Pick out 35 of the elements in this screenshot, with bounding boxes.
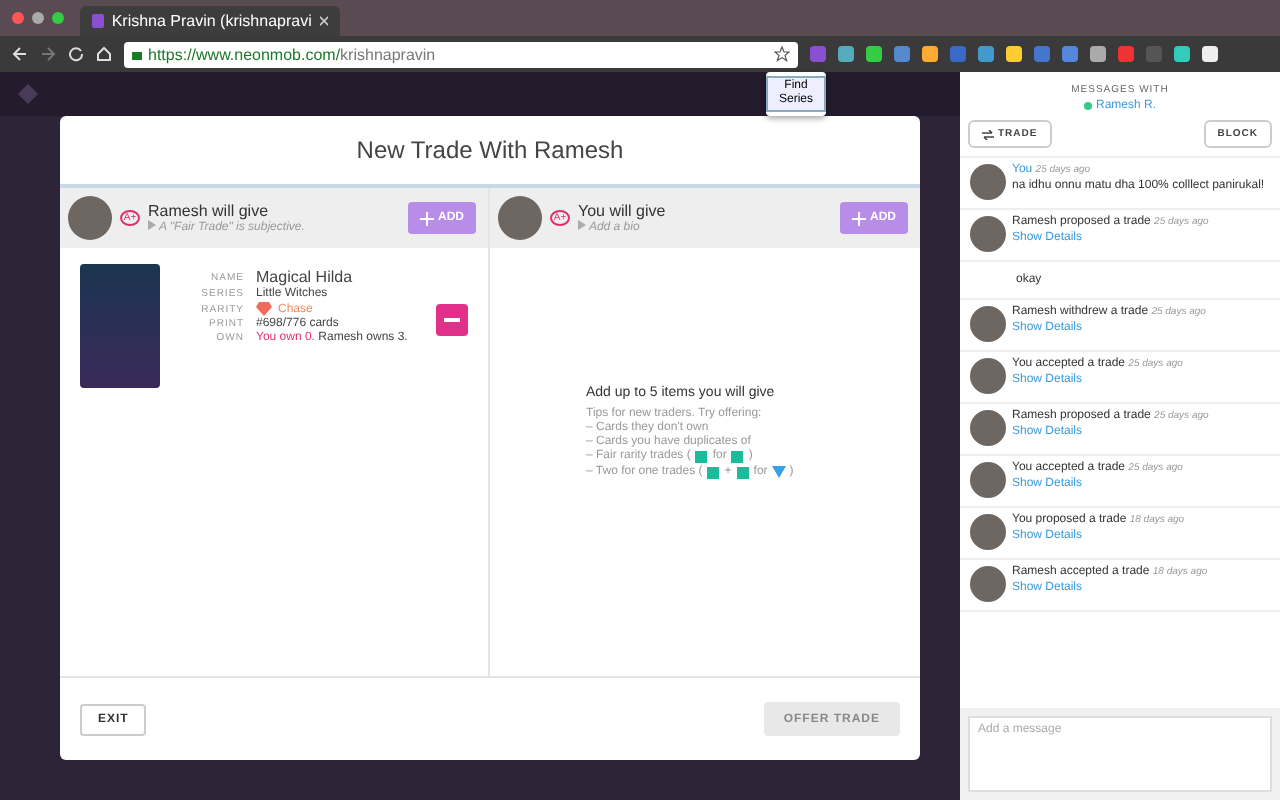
avatar <box>970 410 1006 446</box>
avatar <box>970 306 1006 342</box>
home-icon[interactable] <box>96 46 112 62</box>
site-icon <box>92 14 104 28</box>
avatar <box>970 462 1006 498</box>
plus-icon <box>852 211 866 225</box>
side-title: Ramesh will give <box>148 202 271 220</box>
maximize-icon[interactable] <box>52 12 64 24</box>
back-icon[interactable] <box>12 46 28 62</box>
browser-tab[interactable]: Krishna Pravin (krishnapravi <box>80 6 340 36</box>
triangle-icon <box>148 220 156 230</box>
avatar <box>970 358 1006 394</box>
remove-button[interactable] <box>436 304 468 336</box>
address-bar[interactable]: https://www.neonmob.com/krishnapravin <box>124 41 798 67</box>
side-title: You will give <box>578 202 668 220</box>
online-dot <box>1083 102 1092 110</box>
reload-icon[interactable] <box>68 46 84 62</box>
logo-icon[interactable] <box>16 82 40 106</box>
gem-icon <box>771 466 786 478</box>
avatar <box>970 566 1006 602</box>
plus-icon <box>420 211 434 225</box>
triangle-icon <box>578 220 586 230</box>
avatar <box>68 196 112 240</box>
close-window-icon[interactable] <box>12 12 24 24</box>
avatar <box>498 196 542 240</box>
star-icon[interactable] <box>774 46 790 62</box>
minus-icon <box>444 318 460 322</box>
field-value: Magical Hilda <box>256 268 355 286</box>
swap-icon <box>982 129 994 139</box>
close-icon[interactable] <box>319 16 328 26</box>
forward-icon[interactable] <box>40 46 56 62</box>
avatar <box>970 216 1006 252</box>
avatar <box>970 164 1006 200</box>
minimize-icon[interactable] <box>32 12 44 24</box>
avatar <box>970 514 1006 550</box>
